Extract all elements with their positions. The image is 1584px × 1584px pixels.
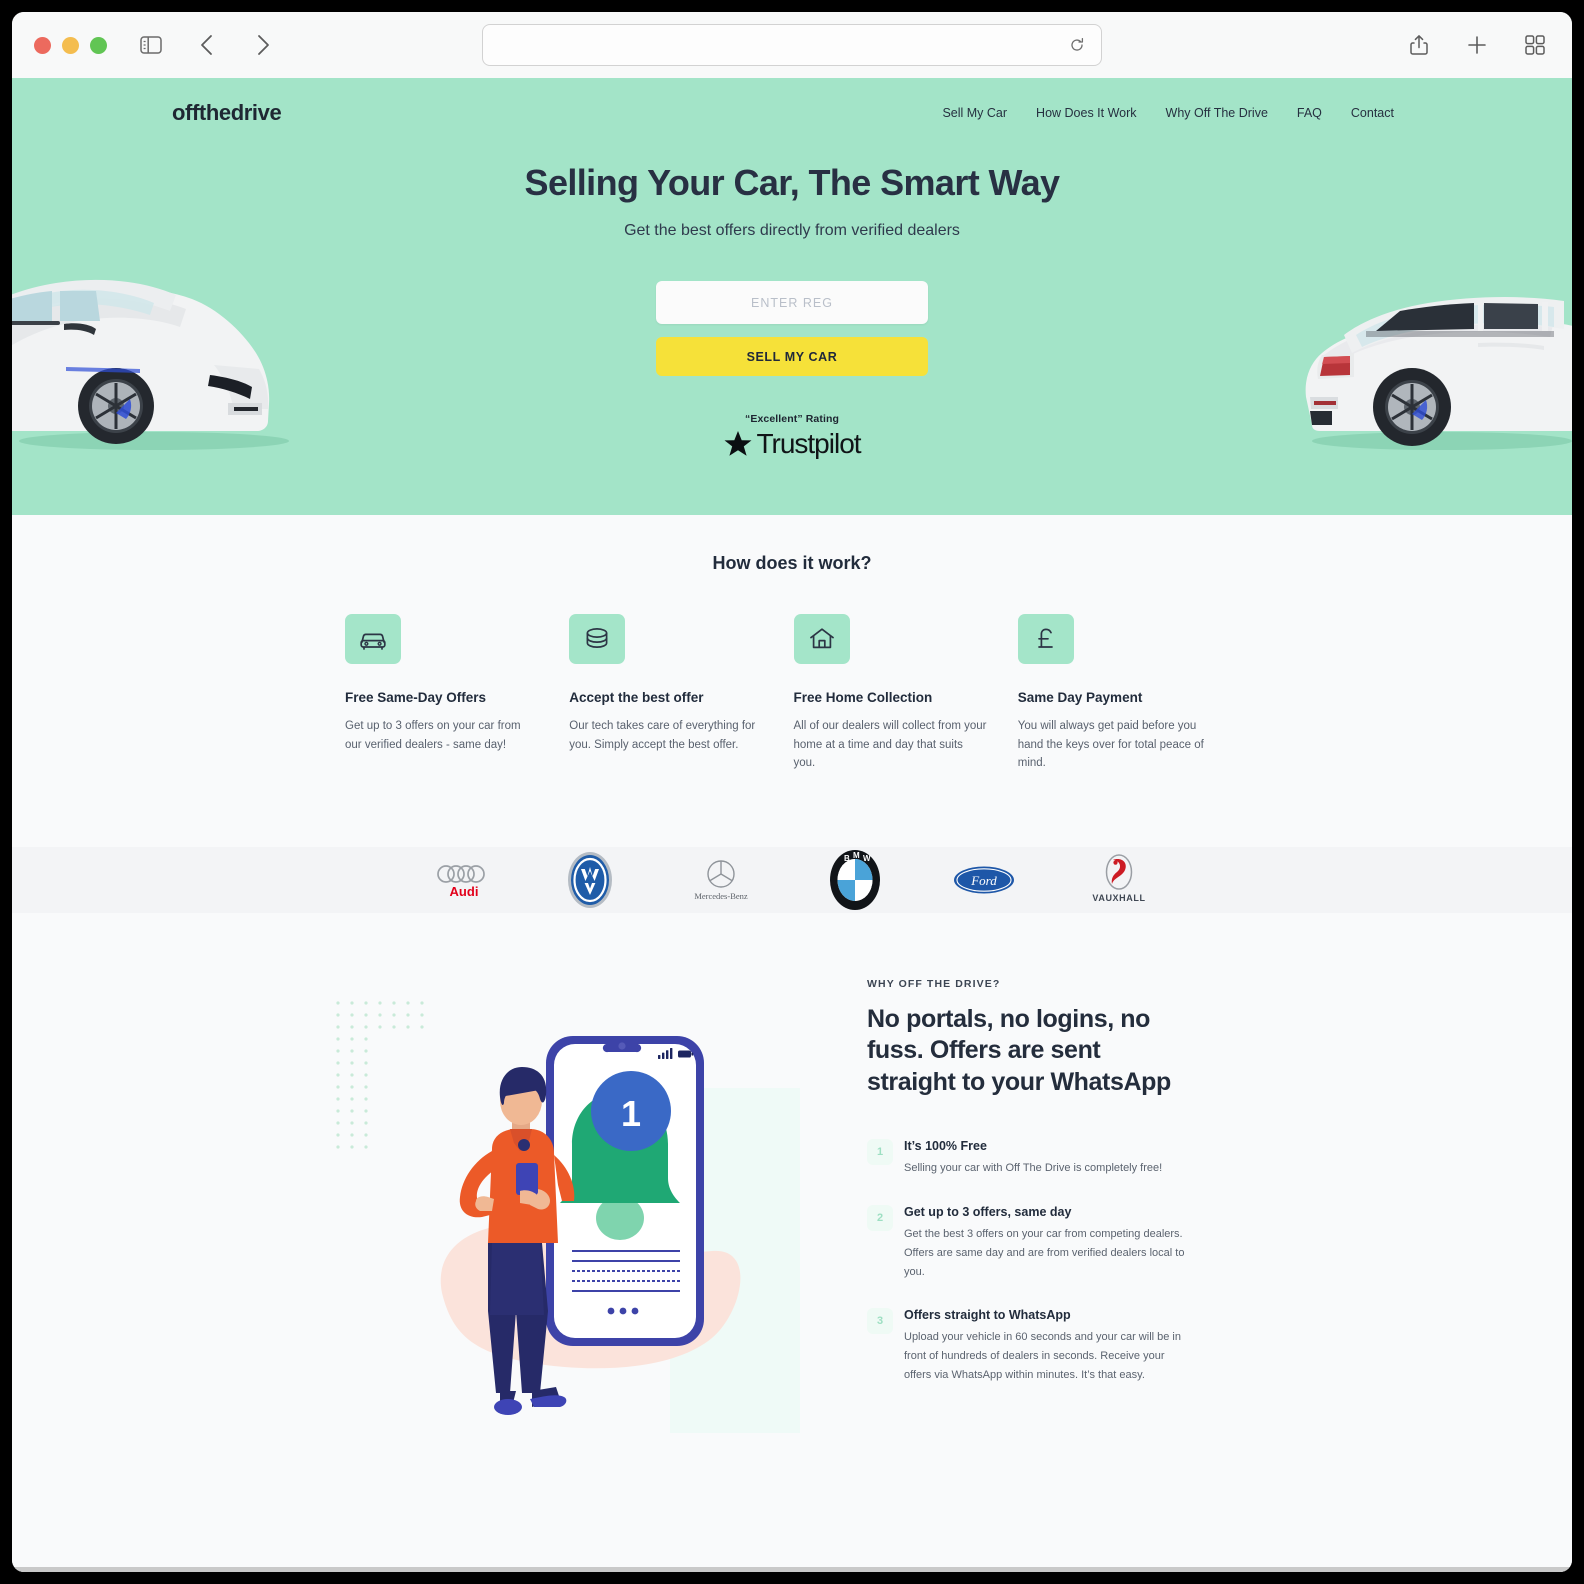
site-logo[interactable]: offthedrive: [172, 100, 282, 126]
nav-link-sell-my-car[interactable]: Sell My Car: [942, 106, 1007, 120]
feature-title: Free Same-Day Offers: [345, 690, 487, 705]
why-text-column: WHY OFF THE DRIVE? No portals, no logins…: [867, 975, 1187, 1455]
brand-logos-strip: Audi Mercedes-Benz B M W Ford VAUXHALL: [12, 846, 1572, 913]
home-icon: [793, 614, 850, 664]
ford-logo: Ford: [953, 865, 1015, 895]
why-eyebrow: WHY OFF THE DRIVE?: [867, 977, 1001, 990]
step-number-badge: 3: [867, 1307, 893, 1334]
hero-heading: Selling Your Car, The Smart Way: [524, 162, 1060, 203]
feature-card: Free Same-Day Offers Get up to 3 offers …: [345, 614, 569, 773]
svg-text:Mercedes-Benz: Mercedes-Benz: [694, 891, 748, 901]
trustpilot-star-icon: [724, 431, 752, 456]
feature-card: Free Home Collection All of our dealers …: [793, 614, 1018, 773]
feature-text: All of our dealers will collect from you…: [793, 720, 987, 770]
reg-lookup-form: SELL MY CAR: [12, 281, 1572, 376]
nav-links: Sell My Car How Does It Work Why Off The…: [942, 106, 1394, 120]
notification-badge-count: 1: [621, 1093, 641, 1134]
feature-text: You will always get paid before you hand…: [1017, 720, 1204, 770]
sell-my-car-button[interactable]: SELL MY CAR: [656, 337, 928, 376]
person-with-phone-notification-illustration: 1: [412, 993, 832, 1443]
step-number-badge: 1: [867, 1139, 893, 1166]
pound-icon: [1017, 614, 1074, 664]
trustpilot-logo: Trustpilot: [723, 428, 862, 460]
trustpilot-rating: “Excellent” Rating Trustpilot: [12, 413, 1572, 460]
nav-link-contact[interactable]: Contact: [1351, 106, 1394, 120]
share-icon[interactable]: [1404, 30, 1434, 60]
toolbar-right-actions: [1404, 30, 1550, 60]
url-bar[interactable]: [482, 24, 1102, 66]
step-number-badge: 2: [867, 1204, 893, 1231]
step-title: It’s 100% Free: [904, 1139, 987, 1154]
audi-logo: Audi: [433, 859, 495, 901]
vauxhall-logo: VAUXHALL: [1087, 853, 1151, 907]
why-step-item: 2 Get up to 3 offers, same day Get the b…: [867, 1204, 1187, 1282]
why-step-item: 1 It’s 100% Free Selling your car with O…: [867, 1139, 1187, 1178]
nav-link-faq[interactable]: FAQ: [1297, 106, 1322, 120]
car-icon: [345, 614, 401, 664]
step-title: Get up to 3 offers, same day: [904, 1204, 1072, 1219]
nav-link-how-does-it-work[interactable]: How Does It Work: [1036, 106, 1137, 120]
svg-text:Ford: Ford: [970, 873, 997, 888]
back-chevron-icon[interactable]: [192, 30, 222, 60]
how-it-works-grid: Free Same-Day Offers Get up to 3 offers …: [342, 614, 1242, 773]
hero-section: offthedrive Sell My Car How Does It Work…: [12, 78, 1572, 515]
how-it-works-section: How does it work? Free Same-Day Offers G…: [12, 515, 1572, 773]
feature-title: Accept the best offer: [569, 690, 704, 705]
volkswagen-logo: [567, 851, 613, 909]
forward-chevron-icon[interactable]: [248, 30, 278, 60]
feature-text: Our tech takes care of everything for yo…: [569, 720, 756, 751]
reg-input[interactable]: [656, 281, 928, 324]
why-steps-list: 1 It’s 100% Free Selling your car with O…: [867, 1139, 1187, 1385]
close-window-button[interactable]: [34, 36, 51, 54]
feature-card: Accept the best offer Our tech takes car…: [569, 614, 793, 773]
hero-subheading: Get the best offers directly from verifi…: [624, 222, 960, 239]
hero-content: Selling Your Car, The Smart Way Get the …: [12, 162, 1572, 460]
svg-text:B: B: [844, 854, 850, 863]
svg-text:W: W: [863, 854, 871, 863]
plus-icon[interactable]: [1462, 30, 1492, 60]
nav-link-why-off-the-drive[interactable]: Why Off The Drive: [1166, 106, 1268, 120]
feature-title: Same Day Payment: [1017, 690, 1143, 705]
why-off-the-drive-section: 1 WHY OFF THE DRIVE? No portals, no logi…: [12, 913, 1572, 1455]
step-text: Get the best 3 offers on your car from c…: [904, 1227, 1185, 1278]
navigation-controls: [136, 30, 278, 60]
step-text: Upload your vehicle in 60 seconds and yo…: [904, 1330, 1181, 1382]
svg-text:M: M: [853, 851, 860, 860]
step-title: Offers straight to WhatsApp: [904, 1307, 1071, 1322]
minimize-window-button[interactable]: [62, 36, 79, 54]
feature-card: Same Day Payment You will always get pai…: [1017, 614, 1242, 773]
step-text: Selling your car with Off The Drive is c…: [904, 1162, 1163, 1175]
svg-text:VAUXHALL: VAUXHALL: [1092, 893, 1145, 903]
mercedes-benz-logo: Mercedes-Benz: [685, 855, 757, 905]
browser-window: offthedrive Sell My Car How Does It Work…: [12, 12, 1572, 1572]
trustpilot-rating-label: “Excellent” Rating: [745, 413, 839, 425]
why-illustration-column: 1: [12, 975, 867, 1455]
reload-icon[interactable]: [1067, 35, 1087, 55]
coins-icon: [569, 614, 626, 664]
why-heading: No portals, no logins, no fuss. Offers a…: [867, 1004, 1171, 1096]
trustpilot-wordmark: Trustpilot: [756, 428, 861, 459]
feature-title: Free Home Collection: [793, 690, 933, 705]
tab-overview-icon[interactable]: [1520, 30, 1550, 60]
svg-text:Audi: Audi: [450, 884, 479, 899]
why-step-item: 3 Offers straight to WhatsApp Upload you…: [867, 1307, 1187, 1385]
window-controls: [34, 36, 107, 54]
maximize-window-button[interactable]: [90, 36, 107, 54]
step-body: Get up to 3 offers, same day Get the bes…: [904, 1205, 1187, 1282]
feature-text: Get up to 3 offers on your car from our …: [345, 720, 521, 751]
step-body: Offers straight to WhatsApp Upload your …: [904, 1308, 1187, 1385]
sidebar-icon[interactable]: [136, 30, 166, 60]
how-it-works-title: How does it work?: [712, 553, 872, 573]
bmw-logo: B M W: [829, 849, 881, 911]
browser-toolbar: [12, 12, 1572, 78]
webpage-content: offthedrive Sell My Car How Does It Work…: [12, 78, 1572, 1572]
horizontal-scrollbar[interactable]: [12, 1567, 1572, 1572]
step-body: It’s 100% Free Selling your car with Off…: [904, 1139, 1187, 1178]
site-navigation: offthedrive Sell My Car How Does It Work…: [162, 78, 1422, 126]
